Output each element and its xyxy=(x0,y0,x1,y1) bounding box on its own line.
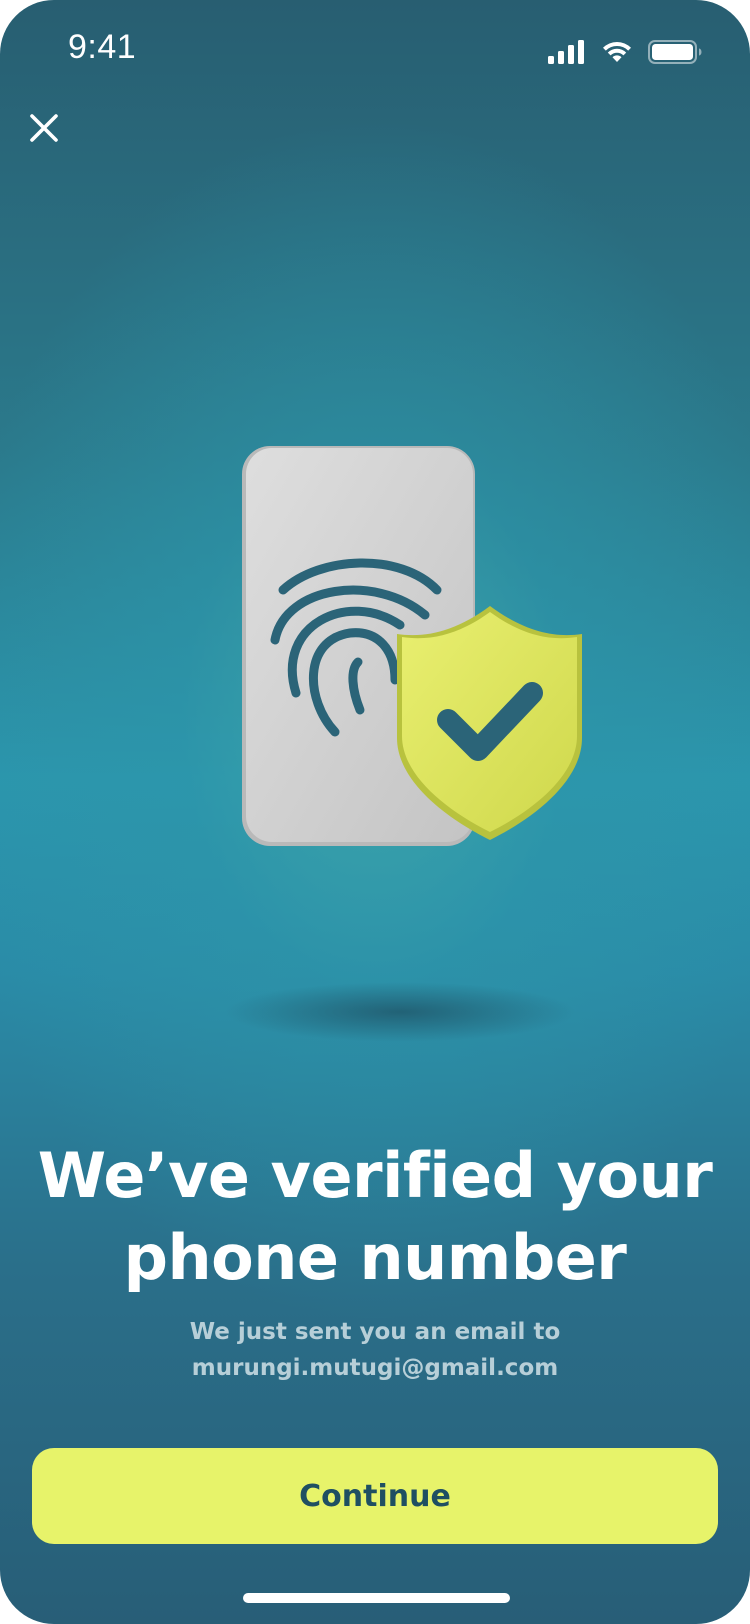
page-title: We’ve verified your phone number xyxy=(20,1135,730,1299)
page-subtitle: We just sent you an email to murungi.mut… xyxy=(40,1314,710,1386)
illustration-shadow xyxy=(225,982,575,1042)
email-address: murungi.mutugi@gmail.com xyxy=(191,1355,559,1381)
verification-success-screen: 9:41 We’ve verified your phone number We… xyxy=(0,0,750,1624)
subtitle-line-1: We just sent you an email to xyxy=(189,1319,561,1345)
title-line-2: phone number xyxy=(123,1221,627,1294)
continue-button[interactable]: Continue xyxy=(32,1448,718,1544)
home-indicator[interactable] xyxy=(243,1593,510,1603)
title-line-1: We’ve verified your xyxy=(37,1139,713,1212)
verified-illustration xyxy=(225,446,582,1042)
